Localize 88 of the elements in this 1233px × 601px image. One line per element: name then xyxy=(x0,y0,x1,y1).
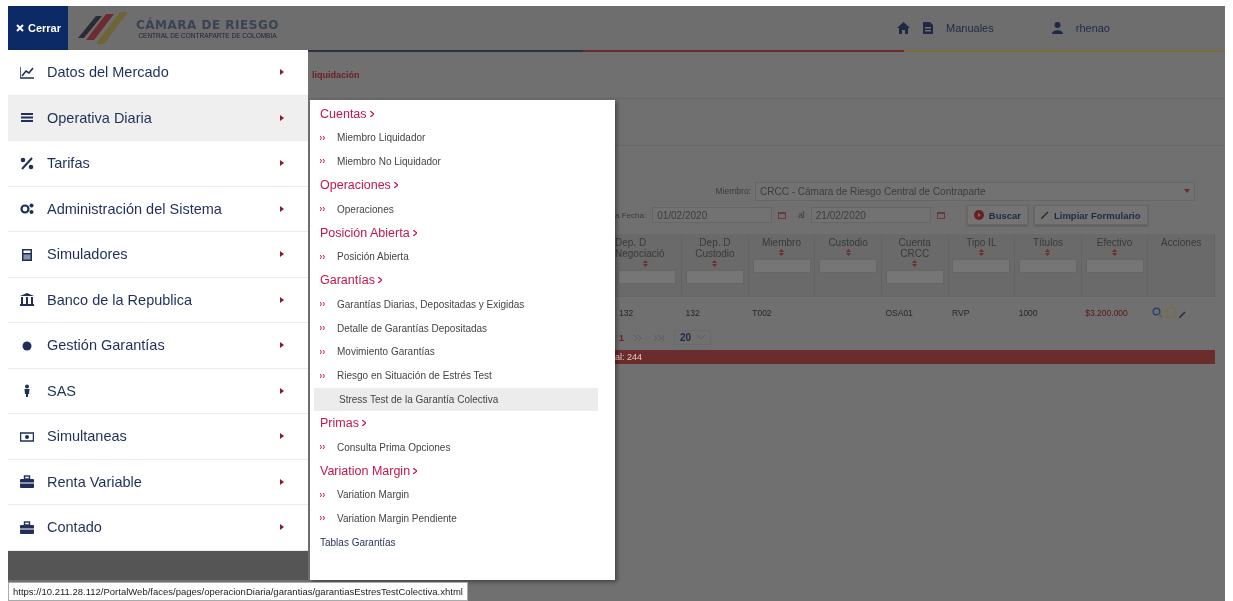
gears-icon xyxy=(20,202,34,216)
briefcase-icon xyxy=(20,520,34,534)
caret-right-icon xyxy=(280,205,284,212)
submenu-item[interactable]: Operaciones xyxy=(314,197,598,221)
sort-icon xyxy=(1112,249,1118,256)
menu-item[interactable]: Operativa Diaria xyxy=(8,95,308,141)
submenu-item[interactable]: Tablas Garantías xyxy=(314,530,598,555)
caret-right-icon xyxy=(280,387,284,394)
search-icon xyxy=(1151,306,1163,318)
submenu-heading[interactable]: Variation Margin xyxy=(314,458,598,483)
sort-icon xyxy=(1045,249,1051,256)
double-chevron-icon xyxy=(320,254,325,259)
table-cell: 1000 xyxy=(1018,307,1038,318)
double-chevron-icon xyxy=(320,326,325,331)
chevron-right-icon xyxy=(361,420,366,427)
submenu-item[interactable]: Movimiento Garantías xyxy=(314,339,598,364)
document-icon[interactable] xyxy=(923,22,934,34)
caret-right-icon xyxy=(280,342,284,349)
double-chevron-icon xyxy=(320,207,325,212)
submenu-item[interactable]: Posición Abierta xyxy=(314,244,598,269)
double-chevron-icon xyxy=(320,516,325,521)
chevron-right-icon xyxy=(412,229,417,236)
caret-right-icon xyxy=(280,478,284,485)
caret-right-icon xyxy=(280,433,284,440)
double-chevron-icon xyxy=(320,302,325,307)
calendar-icon[interactable] xyxy=(778,211,787,219)
submenu-item[interactable]: Miembro Liquidador xyxy=(314,125,598,150)
double-chevron-icon xyxy=(320,159,325,164)
briefcase-icon xyxy=(20,475,34,489)
chevron-right-icon xyxy=(369,110,374,117)
double-chevron-icon xyxy=(320,373,325,378)
sort-icon xyxy=(643,260,648,267)
chart-line-icon xyxy=(20,65,34,79)
table-cell: 132 xyxy=(685,307,700,318)
submenu-item[interactable]: Variation Margin xyxy=(314,482,598,507)
sort-icon xyxy=(779,249,784,256)
calendar-icon[interactable] xyxy=(936,211,945,219)
chevron-right-icon xyxy=(413,467,418,474)
submenu-item[interactable]: Stress Test de la Garantía Colectiva xyxy=(314,387,598,412)
play-circle-icon xyxy=(973,210,984,220)
submenu-item[interactable]: Riesgo en Situación de Estrés Test xyxy=(314,363,598,388)
table-cell: T002 xyxy=(752,307,772,318)
close-button[interactable]: Cerrar xyxy=(8,6,68,50)
total-count: al: 244 xyxy=(615,351,643,362)
pencil-icon xyxy=(1041,211,1049,219)
caret-right-icon xyxy=(280,114,284,121)
close-icon xyxy=(16,24,24,32)
submenu-heading[interactable]: Primas xyxy=(314,411,598,436)
submenu-heading[interactable]: Garantías xyxy=(314,268,598,293)
submenu-item[interactable]: Variation Margin Pendiente xyxy=(314,506,598,531)
submenu-heading[interactable]: Operaciones xyxy=(314,173,598,198)
calculator-icon xyxy=(20,247,34,261)
sort-icon xyxy=(712,260,718,267)
chevron-right-icon xyxy=(393,182,398,189)
double-chevron-icon xyxy=(320,445,325,450)
money-icon xyxy=(20,429,34,443)
submenu-heading[interactable]: Posición Abierta xyxy=(314,221,598,245)
submenu-heading[interactable]: Cuentas xyxy=(314,102,598,126)
submenu-item[interactable]: Miembro No Liquidador xyxy=(314,149,598,174)
double-chevron-icon xyxy=(320,135,325,140)
caret-right-icon xyxy=(280,69,284,76)
caret-right-icon xyxy=(280,296,284,303)
sort-icon xyxy=(978,249,984,256)
home-icon[interactable] xyxy=(897,22,911,34)
double-chevron-icon xyxy=(320,492,325,497)
caret-icon xyxy=(1184,189,1190,193)
status-url: https://10.211.28.112/PortalWeb/faces/pages/operacionDiaria/garantias/garantiasEstresTestColectiva.xhtml xyxy=(8,582,468,601)
filter-field[interactable] xyxy=(618,270,677,284)
percent-icon xyxy=(20,156,34,170)
caret-right-icon xyxy=(280,524,284,531)
pencil-icon xyxy=(1178,310,1186,318)
list-icon xyxy=(20,111,34,125)
submenu-item[interactable]: Detalle de Garantías Depositadas xyxy=(314,316,598,340)
table-cell: $3.200.000 xyxy=(1085,307,1128,318)
submenu-item[interactable]: Garantías Diarias, Depositadas y Exigidas xyxy=(314,292,598,317)
double-chevron-icon xyxy=(320,349,325,354)
user-icon[interactable] xyxy=(1051,22,1063,34)
clipboard-icon xyxy=(1165,305,1176,318)
submenu-item[interactable]: Consulta Prima Opciones xyxy=(314,435,598,459)
sort-icon xyxy=(912,260,918,267)
sort-icon xyxy=(845,249,851,256)
caret-right-icon xyxy=(280,251,284,258)
table-cell: RVP xyxy=(952,307,970,318)
caret-right-icon xyxy=(280,160,284,167)
table-cell: OSA01 xyxy=(885,307,913,318)
table-cell: 132 xyxy=(619,307,634,318)
bank-icon xyxy=(20,293,34,307)
chevron-right-icon xyxy=(377,277,382,284)
